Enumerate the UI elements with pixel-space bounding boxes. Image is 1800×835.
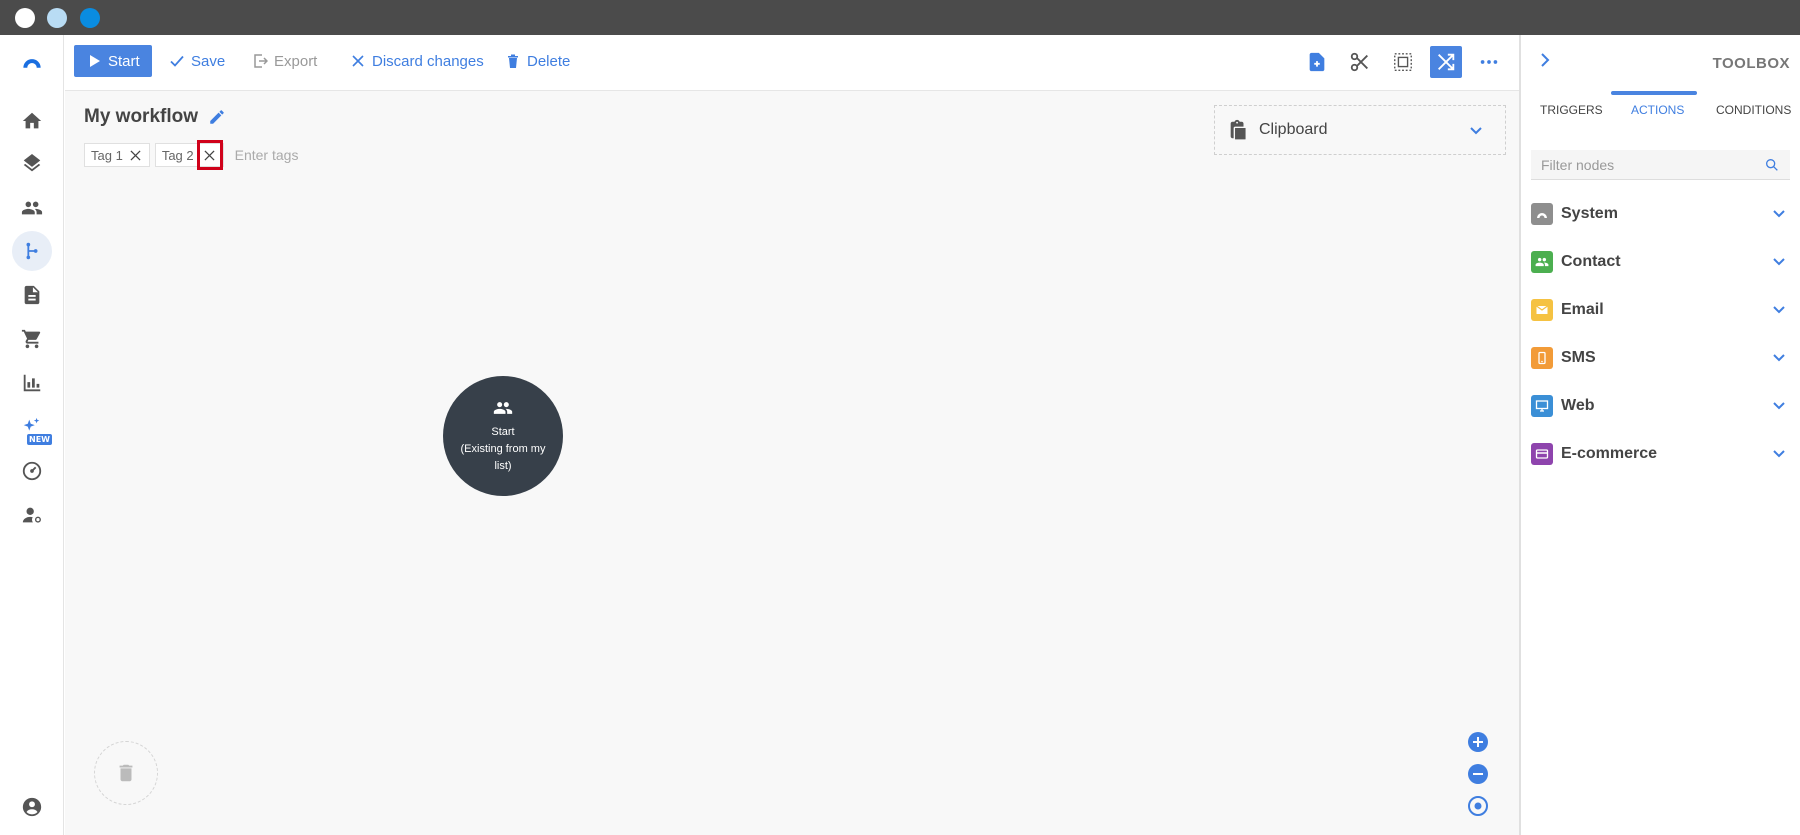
export-icon <box>254 54 268 68</box>
workflow-toolbar: Start Save Export Discard changes Delete <box>65 35 1519 91</box>
dashboard-icon[interactable] <box>12 451 52 491</box>
chevron-down-icon <box>1773 306 1785 314</box>
check-icon <box>170 55 184 67</box>
tab-actions[interactable]: ACTIONS <box>1631 103 1684 117</box>
contacts-icon[interactable] <box>12 188 52 228</box>
user-settings-icon[interactable] <box>12 495 52 535</box>
credit-card-icon <box>1531 443 1553 465</box>
workflow-title: My workflow <box>84 106 226 128</box>
chevron-down-icon <box>1773 450 1785 458</box>
filter-nodes-field <box>1531 150 1790 180</box>
window-maximize-button[interactable] <box>80 8 100 28</box>
window-titlebar <box>0 0 1800 35</box>
tags-input[interactable] <box>234 147 355 163</box>
trash-icon <box>119 764 133 782</box>
tags-row: Tag 1 Tag 2 <box>84 140 355 170</box>
chevron-down-icon <box>1470 127 1482 135</box>
cart-icon[interactable] <box>12 319 52 359</box>
trash-icon <box>508 54 518 68</box>
play-icon <box>90 55 100 67</box>
chart-icon[interactable] <box>12 363 52 403</box>
toolbox-panel: TOOLBOX TRIGGERS ACTIONS CONDITIONS Syst… <box>1519 35 1800 835</box>
more-options-icon[interactable] <box>1473 46 1505 78</box>
workflow-icon[interactable] <box>12 231 52 271</box>
tag-chip: Tag 2 <box>154 140 224 170</box>
scissors-icon[interactable] <box>1344 46 1376 78</box>
search-icon[interactable] <box>1764 157 1780 173</box>
left-nav: NEW <box>0 35 64 835</box>
phone-icon <box>1531 347 1553 369</box>
category-email[interactable]: Email <box>1531 295 1790 325</box>
window-minimize-button[interactable] <box>47 8 67 28</box>
email-icon <box>1531 299 1553 321</box>
clipboard-panel[interactable]: Clipboard <box>1214 105 1506 155</box>
recenter-icon[interactable] <box>1467 795 1489 817</box>
chevron-right-icon[interactable] <box>1536 51 1554 69</box>
tag-chip: Tag 1 <box>84 143 150 167</box>
zoom-out-icon[interactable] <box>1467 763 1489 785</box>
delete-button[interactable]: Delete <box>505 45 570 77</box>
contacts-icon <box>493 401 513 414</box>
chevron-down-icon <box>1773 402 1785 410</box>
account-icon[interactable] <box>12 787 52 827</box>
export-button[interactable]: Export <box>252 45 317 77</box>
toolbox-title: TOOLBOX <box>1712 55 1790 72</box>
layers-icon[interactable] <box>12 145 52 185</box>
contacts-icon <box>1531 251 1553 273</box>
window-close-button[interactable] <box>15 8 35 28</box>
chevron-down-icon <box>1773 354 1785 362</box>
chevron-down-icon <box>1773 210 1785 218</box>
zoom-in-icon[interactable] <box>1467 731 1489 753</box>
workflow-canvas[interactable]: My workflow Tag 1 Tag 2 Clipboard Start … <box>65 91 1519 835</box>
chevron-down-icon <box>1773 258 1785 266</box>
home-icon[interactable] <box>12 101 52 141</box>
trash-drop-zone[interactable] <box>94 741 158 805</box>
monitor-icon <box>1531 395 1553 417</box>
system-icon <box>1531 203 1553 225</box>
category-contact[interactable]: Contact <box>1531 247 1790 277</box>
logo-icon[interactable] <box>12 43 52 83</box>
start-button[interactable]: Start <box>74 45 152 77</box>
start-node-label: Start <box>491 425 515 438</box>
active-tab-indicator <box>1611 91 1697 95</box>
add-note-icon[interactable] <box>1301 46 1333 78</box>
remove-tag-icon[interactable] <box>129 148 143 162</box>
remove-tag-icon[interactable] <box>196 140 223 170</box>
close-icon <box>352 55 364 67</box>
shuffle-icon[interactable] <box>1430 46 1462 78</box>
pencil-icon[interactable] <box>208 108 226 126</box>
start-node-sublabel: (Existing from my list) <box>460 442 546 472</box>
category-ecommerce[interactable]: E-commerce <box>1531 439 1790 469</box>
save-button[interactable]: Save <box>169 45 225 77</box>
clipboard-icon <box>1230 119 1247 141</box>
document-icon[interactable] <box>12 275 52 315</box>
new-badge: NEW <box>27 434 52 445</box>
sparkles-icon[interactable]: NEW <box>12 407 52 447</box>
category-sms[interactable]: SMS <box>1531 343 1790 373</box>
discard-changes-button[interactable]: Discard changes <box>350 45 484 77</box>
filter-nodes-input[interactable] <box>1541 156 1764 173</box>
category-web[interactable]: Web <box>1531 391 1790 421</box>
start-node[interactable]: Start (Existing from my list) <box>443 376 563 496</box>
tab-conditions[interactable]: CONDITIONS <box>1716 103 1791 117</box>
toolbox-tabs: TRIGGERS ACTIONS CONDITIONS <box>1521 91 1800 129</box>
tab-triggers[interactable]: TRIGGERS <box>1540 103 1603 117</box>
category-system[interactable]: System <box>1531 199 1790 229</box>
select-area-icon[interactable] <box>1387 46 1419 78</box>
